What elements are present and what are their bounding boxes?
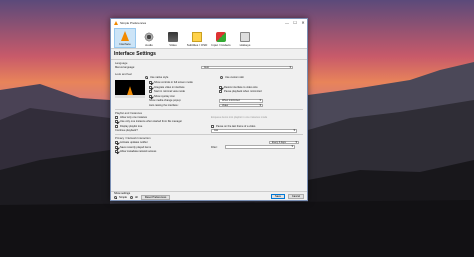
checkbox[interactable]	[115, 145, 118, 149]
checkbox[interactable]	[115, 140, 118, 144]
minimal-view-label: Start in minimal view mode	[154, 90, 185, 94]
native-style-label: Use native style	[150, 76, 169, 80]
enqueue-hint: Enqueue items into playlist in one insta…	[211, 115, 268, 119]
checkbox[interactable]	[115, 124, 118, 128]
tab-label: Input / Codecs	[211, 43, 231, 47]
category-toolbar: Interface Audio Video Subtitles / OSD In…	[111, 27, 307, 49]
update-interval-spinbox[interactable]: Every 3 days	[269, 140, 299, 145]
checkbox[interactable]	[115, 115, 118, 119]
playlist-tree-label: Display playlist tree	[120, 124, 143, 128]
checkbox[interactable]	[149, 94, 152, 98]
title-bar: Simple Preferences — ☐ ✕	[111, 19, 307, 27]
native-style-radio[interactable]	[145, 76, 148, 80]
filter-label: Filter:	[211, 145, 218, 149]
checkbox[interactable]	[149, 80, 152, 84]
systray-icon-label: Show systray icon	[154, 94, 175, 98]
menus-language-value: Auto	[204, 65, 209, 69]
checkbox[interactable]	[149, 90, 152, 94]
menus-language-label: Menus language:	[115, 65, 135, 69]
simple-settings-radio[interactable]	[114, 196, 117, 199]
interface-icon	[121, 31, 129, 41]
reset-preferences-button[interactable]: Reset Preferences	[140, 195, 171, 200]
media-change-label: Show media change popup:	[149, 99, 182, 103]
fullscreen-controls-label: Show controls in full screen mode	[154, 80, 193, 84]
auto-raise-value: Video	[222, 103, 229, 107]
continue-playback-value: Ask	[214, 129, 218, 133]
tab-hotkeys[interactable]: Hotkeys	[234, 28, 256, 48]
tab-input-codecs[interactable]: Input / Codecs	[210, 28, 232, 48]
pause-last-frame-label: Pause on the last frame of a video	[216, 124, 256, 128]
vlc-cone-icon	[114, 21, 118, 25]
continue-playback-select[interactable]: Ask	[211, 129, 297, 133]
checkbox[interactable]	[211, 124, 214, 128]
section-title: Interface Settings	[111, 49, 307, 60]
checkbox[interactable]	[149, 85, 152, 89]
auto-raise-select[interactable]: Video	[219, 103, 263, 108]
dialog-footer: Show settings Simple All Reset Preferenc…	[111, 191, 307, 200]
maximize-button[interactable]: ☐	[291, 19, 299, 27]
minimize-button[interactable]: —	[283, 19, 291, 27]
update-interval-value: Every 3 days	[272, 140, 286, 144]
hotkeys-icon	[240, 32, 250, 42]
checkbox[interactable]	[115, 150, 118, 154]
checkbox[interactable]	[115, 120, 118, 124]
save-button[interactable]: Save	[271, 193, 285, 199]
tab-subtitles[interactable]: Subtitles / OSD	[186, 28, 208, 48]
simple-label: Simple	[119, 196, 127, 199]
menus-language-select[interactable]: Auto	[201, 65, 293, 70]
tab-audio[interactable]: Audio	[138, 28, 160, 48]
cancel-button[interactable]: Cancel	[287, 193, 304, 199]
metadata-access-label: Allow metadata network access	[120, 150, 157, 154]
tab-label: Interface	[119, 42, 131, 46]
checkbox[interactable]	[219, 85, 222, 89]
recent-items-label: Save recently played items	[120, 145, 151, 149]
filter-input[interactable]	[225, 145, 295, 149]
tab-label: Hotkeys	[239, 43, 251, 47]
audio-icon	[144, 32, 154, 42]
input-codecs-icon	[216, 32, 226, 42]
media-change-value: When minimized	[222, 99, 240, 103]
updates-notifier-label: Activate updates notifier	[120, 140, 148, 144]
custom-skin-label: Use custom skin	[225, 76, 245, 80]
video-icon	[168, 32, 178, 42]
tab-interface[interactable]: Interface	[114, 28, 136, 48]
window-title: Simple Preferences	[120, 21, 147, 25]
one-instance-file-manager-label: Use only one instance when started from …	[120, 120, 182, 124]
tab-video[interactable]: Video	[162, 28, 184, 48]
subtitles-icon	[192, 32, 202, 42]
media-change-select[interactable]: When minimized	[219, 99, 263, 103]
close-button[interactable]: ✕	[299, 19, 307, 27]
pause-minimized-label: Pause playback when minimized	[224, 90, 262, 94]
integrate-video-label: Integrate video in interface	[154, 85, 185, 89]
interface-preview-image	[115, 80, 145, 99]
all-label: All	[134, 196, 138, 199]
resize-interface-label: Resize interface to video size	[224, 85, 258, 89]
one-instance-label: Allow only one instance	[120, 115, 148, 119]
tab-label: Subtitles / OSD	[186, 43, 208, 47]
custom-skin-radio[interactable]	[220, 76, 223, 80]
tab-label: Video	[169, 43, 177, 47]
checkbox[interactable]	[219, 90, 222, 94]
all-settings-radio[interactable]	[129, 196, 133, 199]
preferences-window: Simple Preferences — ☐ ✕ Interface Audio…	[110, 18, 308, 201]
auto-raise-label: Auto raising the interface:	[149, 103, 179, 107]
continue-playback-label: Continue playback?	[115, 129, 138, 133]
tab-label: Audio	[145, 43, 153, 47]
